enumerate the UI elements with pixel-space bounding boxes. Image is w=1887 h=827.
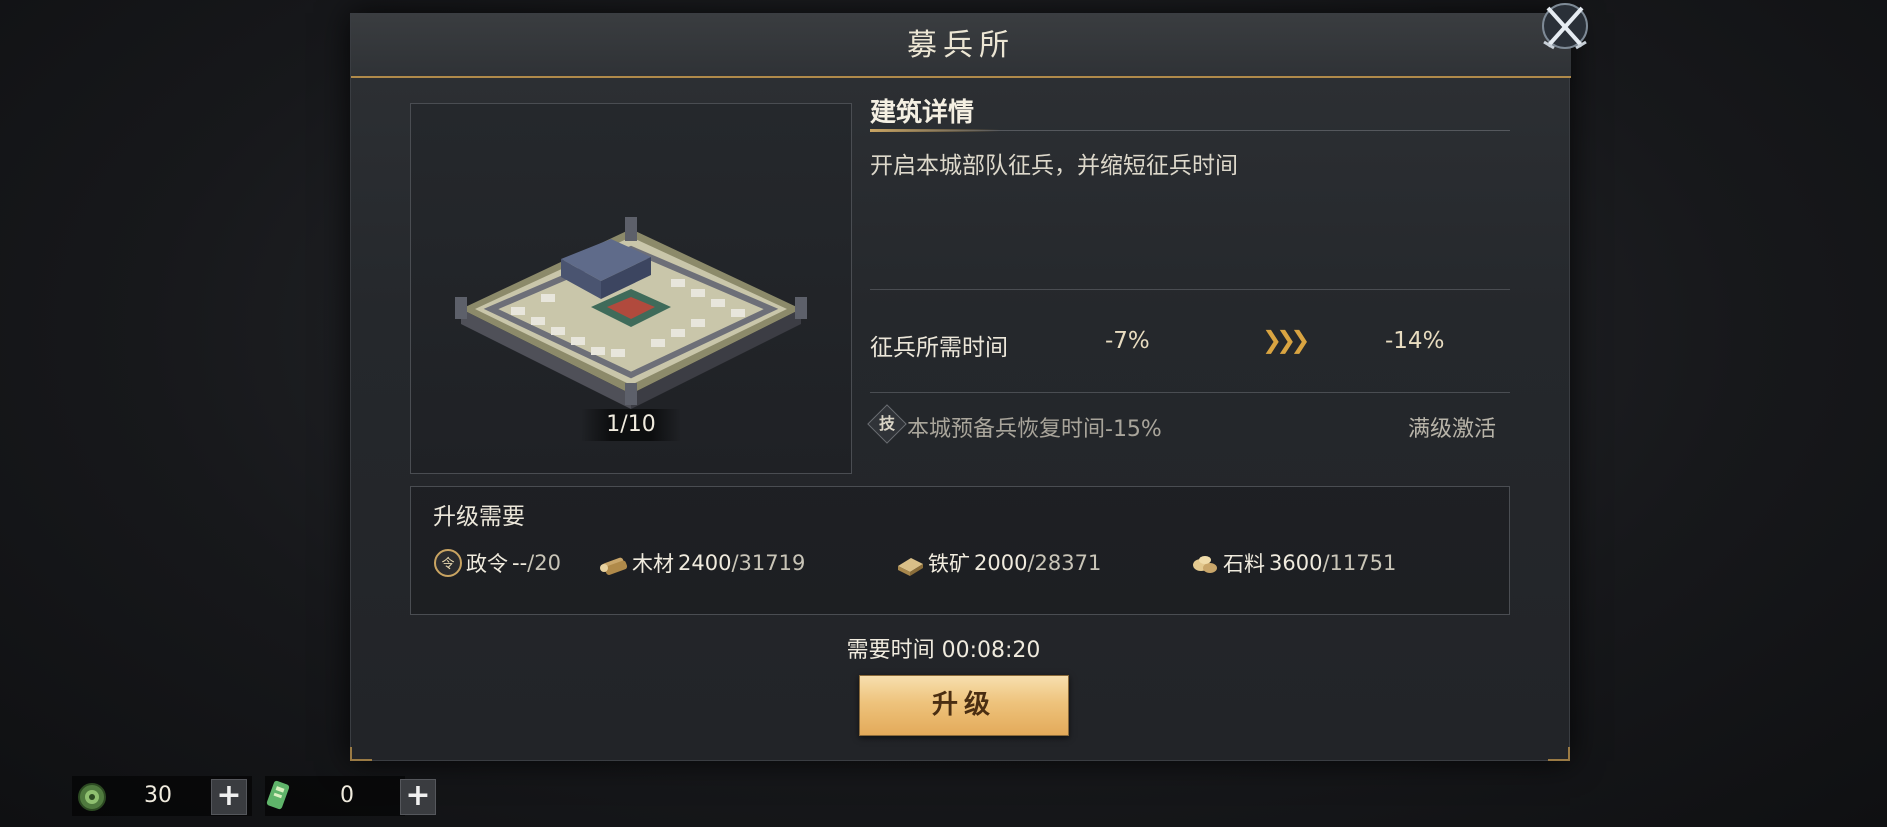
resource-iron: 铁矿 2000/28371 — [895, 548, 1101, 578]
svg-text:令: 令 — [441, 557, 454, 572]
requirements-heading: 升级需要 — [433, 504, 525, 530]
stat-next-value: -14% — [1385, 328, 1445, 354]
stat-label: 征兵所需时间 — [870, 335, 1008, 361]
resource-total: 11751 — [1329, 551, 1397, 575]
building-level: 1/10 — [581, 409, 681, 441]
corner-ornament — [350, 747, 372, 761]
upgrade-button[interactable]: 升级 — [859, 675, 1069, 736]
resource-have: 2000 — [974, 551, 1028, 575]
crossed-swords-icon — [1542, 3, 1588, 50]
resource-order: 令 政令 --/20 — [433, 548, 561, 578]
details-heading-accent — [870, 129, 1000, 132]
add-token-button[interactable]: + — [400, 779, 436, 815]
resource-have: 3600 — [1269, 551, 1323, 575]
stat-divider-bottom — [870, 392, 1510, 393]
barracks-building-image — [455, 217, 807, 409]
upgrade-time: 需要时间 00:08:20 — [846, 638, 1041, 663]
dialog-title: 募兵所 — [907, 28, 1015, 63]
resource-total: 31719 — [738, 551, 806, 575]
stat-divider-top — [870, 289, 1510, 290]
close-button[interactable] — [1536, 0, 1594, 52]
stat-current-value: -7% — [1105, 328, 1150, 354]
resource-have: -- — [512, 551, 528, 575]
resource-name: 铁矿 — [928, 552, 970, 576]
resource-name: 政令 — [466, 552, 508, 576]
building-description: 开启本城部队征兵，并缩短征兵时间 — [870, 153, 1238, 179]
upgrade-arrow-icon: ❯❯❯ — [1262, 326, 1310, 354]
resource-have: 2400 — [678, 551, 732, 575]
order-icon: 令 — [434, 549, 462, 577]
tech-bonus-label: 本城预备兵恢复时间-15% — [907, 417, 1162, 442]
resource-name: 石料 — [1223, 552, 1265, 576]
resource-total: 28371 — [1034, 551, 1102, 575]
add-jade-button[interactable]: + — [211, 779, 247, 815]
details-heading: 建筑详情 — [870, 98, 975, 128]
tech-bonus-status: 满级激活 — [1408, 417, 1497, 442]
resource-total: 20 — [534, 551, 561, 575]
jade-coin-icon — [78, 783, 106, 811]
token-icon — [266, 780, 290, 810]
resource-name: 木材 — [632, 552, 674, 576]
stone-icon — [1193, 556, 1217, 573]
wood-icon — [600, 557, 628, 575]
tech-icon-glyph: 技 — [878, 414, 895, 433]
resource-wood: 木材 2400/31719 — [599, 548, 805, 578]
building-image-panel: 1/10 — [410, 103, 852, 474]
resource-stone: 石料 3600/11751 — [1190, 548, 1396, 578]
corner-ornament — [1548, 747, 1570, 761]
jade-count: 30 — [144, 783, 172, 808]
iron-icon — [898, 558, 923, 576]
token-count: 0 — [340, 783, 354, 808]
